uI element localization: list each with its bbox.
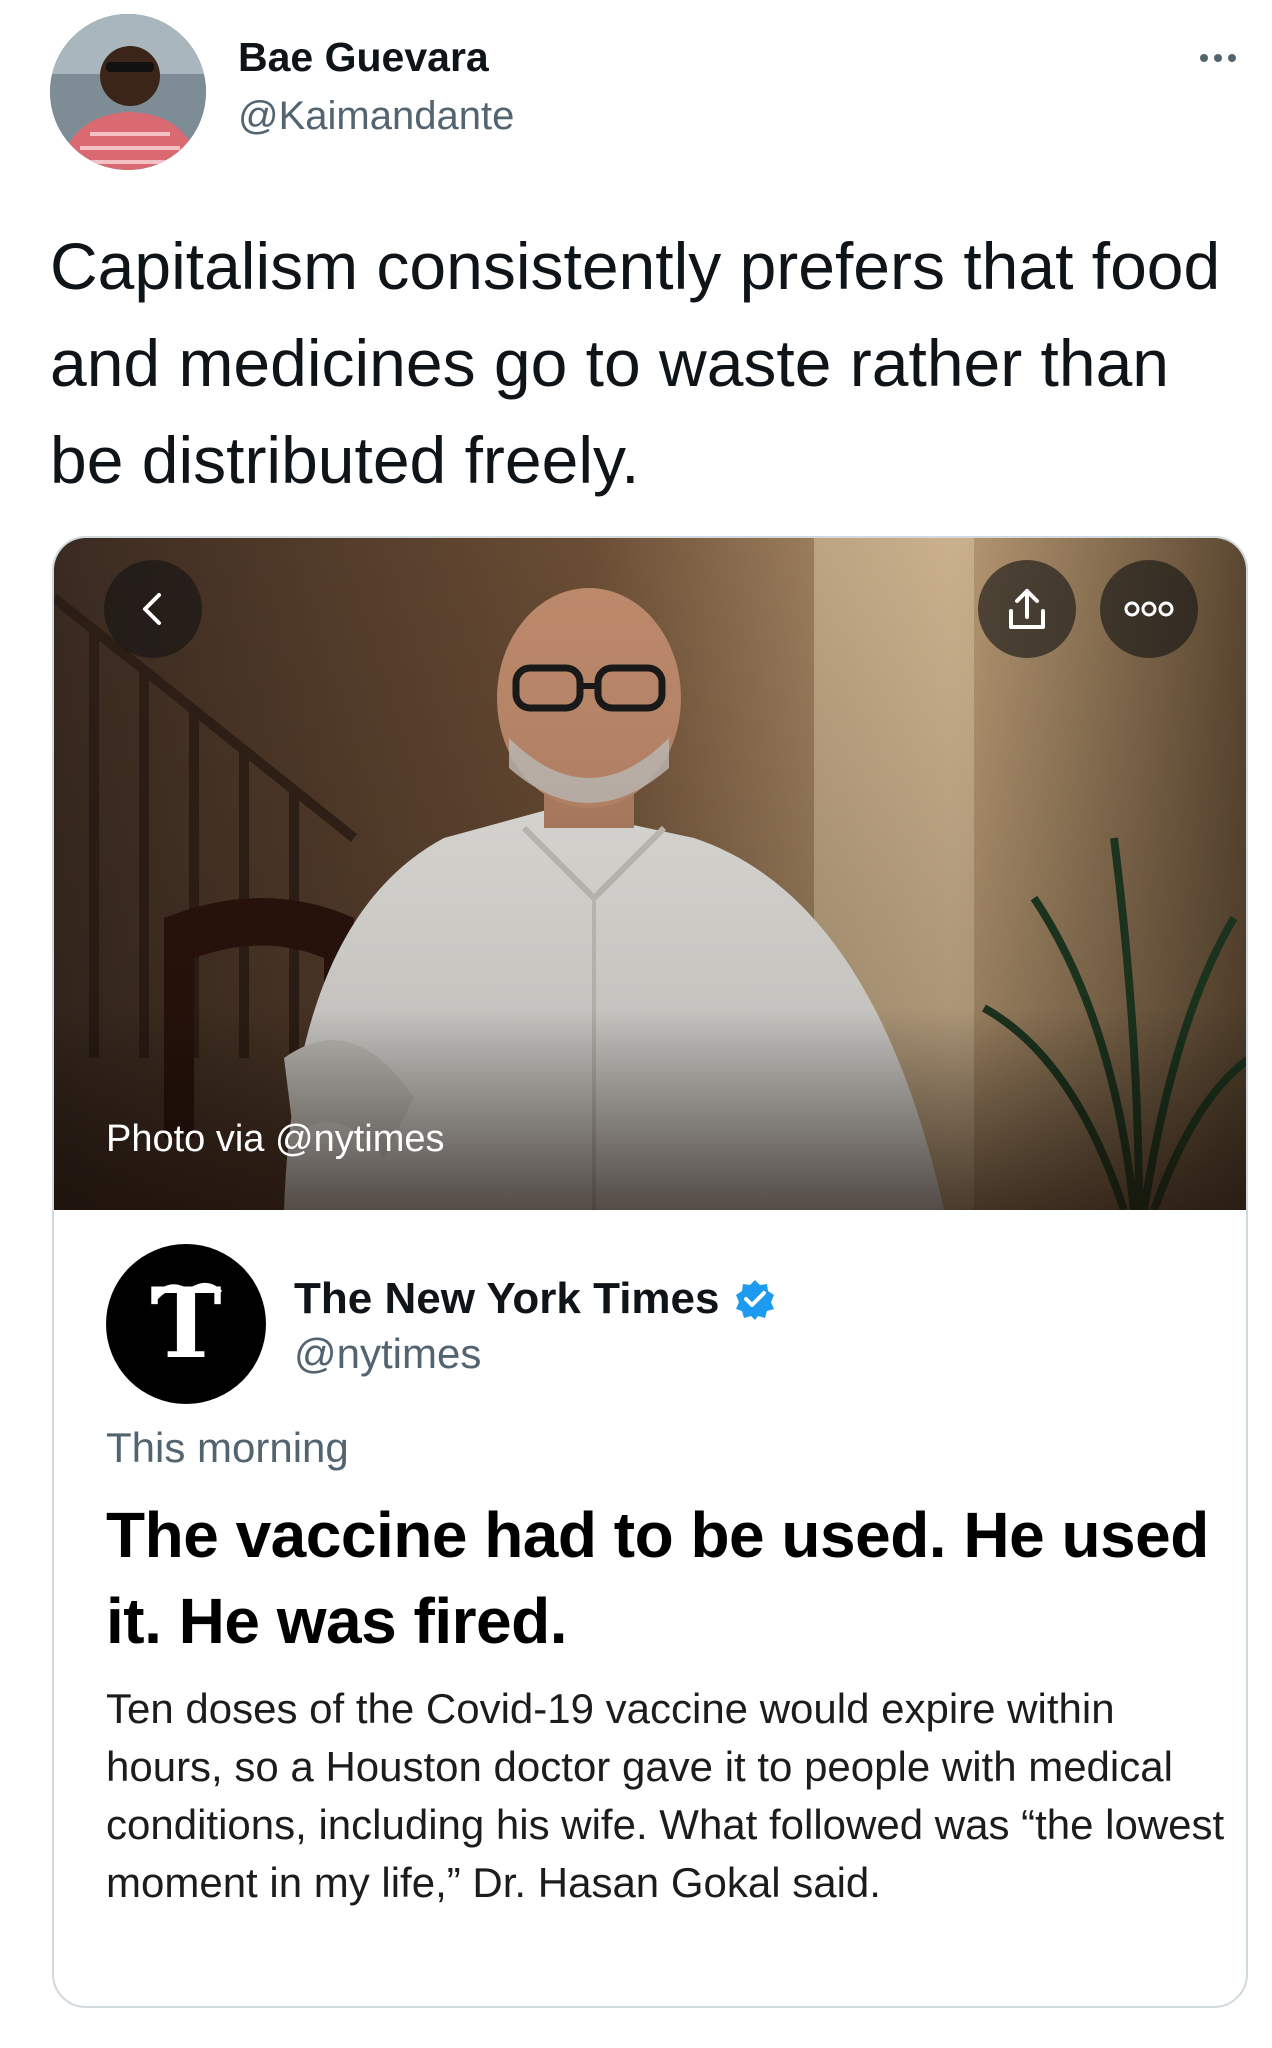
timestamp: This morning: [106, 1424, 349, 1471]
more-circle-icon: [1124, 601, 1174, 617]
tweet-screenshot: Bae Guevara @Kaimandante Capitalism cons…: [0, 0, 1272, 2048]
source-name[interactable]: The New York Times: [294, 1274, 776, 1324]
nyt-t-logo-icon: T: [150, 1269, 223, 1379]
author-name[interactable]: Bae Guevara: [238, 34, 489, 81]
source-name-text: The New York Times: [294, 1274, 720, 1323]
source-handle[interactable]: @nytimes: [294, 1330, 481, 1378]
photo-credit: Photo via @nytimes: [106, 1118, 445, 1160]
verified-badge-icon: [735, 1280, 774, 1320]
back-button[interactable]: [104, 560, 202, 658]
article-photo-image: [54, 538, 1246, 1210]
author-handle[interactable]: @Kaimandante: [238, 94, 514, 139]
nyt-logo[interactable]: T: [106, 1244, 266, 1404]
avatar-image: [50, 14, 206, 170]
author-avatar[interactable]: [50, 14, 206, 170]
embedded-tweet-card[interactable]: Photo via @nytimes T The New York Times …: [52, 536, 1248, 2008]
article-headline[interactable]: The vaccine had to be used. He used it. …: [106, 1492, 1216, 1664]
article-photo[interactable]: Photo via @nytimes: [54, 538, 1246, 1210]
chevron-left-icon: [143, 593, 161, 625]
share-button[interactable]: [978, 560, 1076, 658]
share-icon: [1009, 589, 1045, 629]
more-horizontal-icon[interactable]: [1190, 36, 1246, 80]
tweet-text: Capitalism consistently prefers that foo…: [50, 229, 1221, 497]
article-summary: Ten doses of the Covid-19 vaccine would …: [106, 1685, 1225, 1906]
card-more-button[interactable]: [1100, 560, 1198, 658]
